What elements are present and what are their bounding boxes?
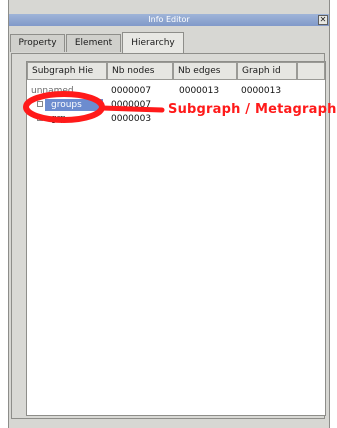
annotation-circle	[23, 91, 105, 123]
annotation-label: Subgraph / Metagraph	[168, 102, 337, 117]
annotation-arrow	[99, 105, 165, 113]
annotation-overlay	[23, 91, 165, 123]
